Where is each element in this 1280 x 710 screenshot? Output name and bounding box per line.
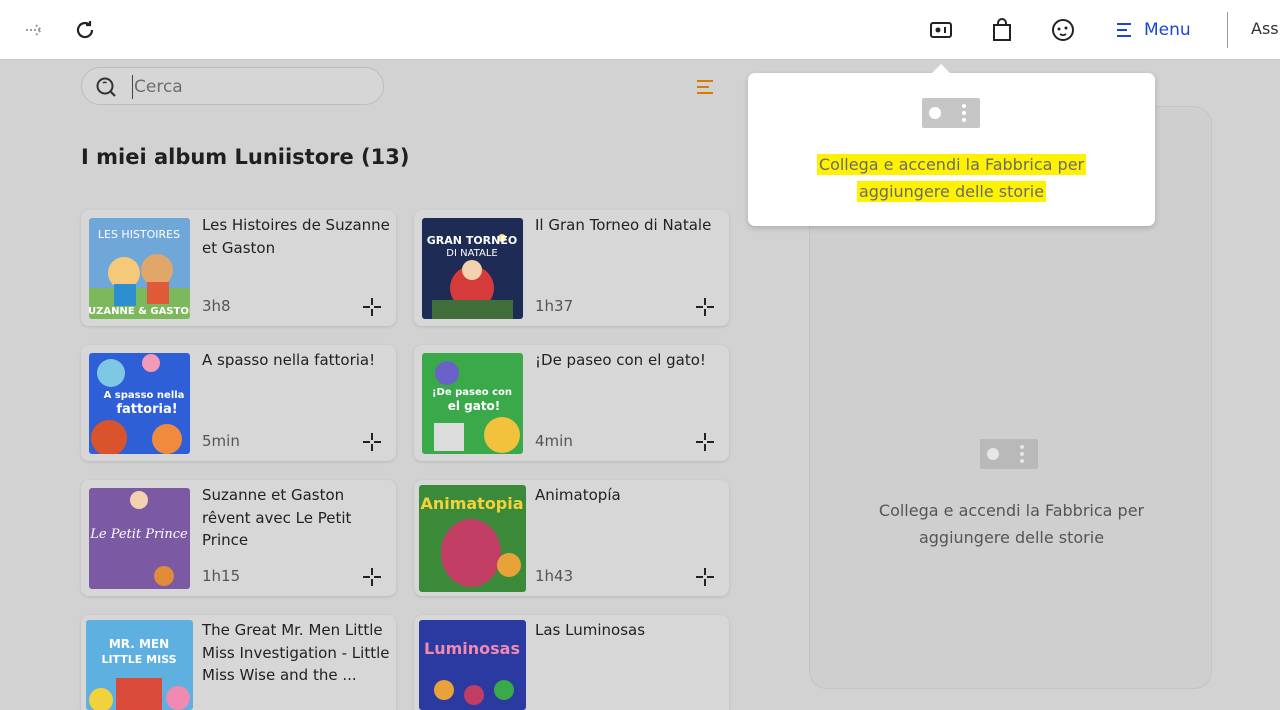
album-duration: 1h43 xyxy=(535,567,574,585)
svg-text:MR. MEN: MR. MEN xyxy=(109,637,169,651)
top-bar: Menu Ass xyxy=(0,0,1280,60)
svg-text:Luminosas: Luminosas xyxy=(424,639,520,658)
factory-device-icon xyxy=(922,98,980,128)
search-icon xyxy=(96,77,116,97)
add-to-device-icon[interactable] xyxy=(362,432,382,452)
add-to-device-icon[interactable] xyxy=(695,297,715,317)
menu-label: Menu xyxy=(1144,20,1191,40)
factory-panel-message: Collega e accendi la Fabbrica per aggiun… xyxy=(878,501,1145,547)
sort-filter-icon[interactable] xyxy=(694,76,716,98)
album-cover: GRAN TORNEO DI NATALE xyxy=(422,218,523,319)
album-cover: Animatopia xyxy=(419,485,526,592)
svg-text:Le Petit Prince: Le Petit Prince xyxy=(89,527,188,542)
album-cover: MR. MEN LITTLE MISS xyxy=(86,620,193,710)
device-icon[interactable] xyxy=(925,14,957,46)
device-popover: Collega e accendi la Fabbrica per aggiun… xyxy=(748,73,1155,226)
add-to-device-icon[interactable] xyxy=(362,297,382,317)
album-cover: A spasso nella fattoria! xyxy=(89,353,190,454)
forward-arrow-icon[interactable] xyxy=(19,14,51,46)
popover-message: Collega e accendi la Fabbrica per aggiun… xyxy=(816,154,1087,202)
page-title: I miei album Luniistore (13) xyxy=(81,145,410,169)
add-to-device-icon[interactable] xyxy=(695,567,715,587)
svg-text:Animatopia: Animatopia xyxy=(420,494,523,513)
album-title: Las Luminosas xyxy=(535,621,646,639)
album-duration: 3h8 xyxy=(202,297,231,315)
album-card[interactable]: A spasso nella fattoria! A spasso nella … xyxy=(81,345,396,461)
refresh-icon[interactable] xyxy=(69,14,101,46)
album-card[interactable]: Animatopia Animatopía 1h43 xyxy=(414,480,729,596)
svg-text:LITTLE MISS: LITTLE MISS xyxy=(101,653,176,666)
menu-lines-icon xyxy=(1117,23,1131,37)
album-title: Il Gran Torneo di Natale xyxy=(535,216,712,234)
svg-text:GRAN TORNEO: GRAN TORNEO xyxy=(427,234,517,247)
album-title: The Great Mr. Men Little Miss Investigat… xyxy=(202,621,390,684)
album-title: Suzanne et Gaston rêvent avec Le Petit P… xyxy=(202,486,352,549)
popover-message-container: Collega e accendi la Fabbrica per aggiun… xyxy=(788,151,1115,205)
svg-text:DI NATALE: DI NATALE xyxy=(446,248,497,259)
album-cover: Luminosas xyxy=(419,620,526,710)
factory-device-icon xyxy=(980,439,1038,469)
album-duration: 1h15 xyxy=(202,567,241,585)
search-box[interactable] xyxy=(81,67,384,105)
album-duration: 1h37 xyxy=(535,297,574,315)
album-card[interactable]: MR. MEN LITTLE MISS The Great Mr. Men Li… xyxy=(81,615,396,710)
album-title: ¡De paseo con el gato! xyxy=(535,351,706,369)
svg-text:¡De paseo con: ¡De paseo con xyxy=(432,387,512,398)
album-cover: Le Petit Prince xyxy=(89,488,190,589)
album-duration: 4min xyxy=(535,432,573,450)
svg-text:A spasso nella: A spasso nella xyxy=(104,390,185,401)
add-to-device-icon[interactable] xyxy=(695,432,715,452)
menu-button[interactable]: Menu xyxy=(1114,14,1191,46)
popover-arrow xyxy=(931,64,951,74)
album-cover: LES HISTOIRES SUZANNE & GASTON xyxy=(89,218,190,319)
album-card[interactable]: GRAN TORNEO DI NATALE Il Gran Torneo di … xyxy=(414,210,729,326)
album-title: Animatopía xyxy=(535,486,621,504)
svg-text:el gato!: el gato! xyxy=(448,399,501,413)
album-title: Les Histoires de Suzanne et Gaston xyxy=(202,216,390,257)
album-card[interactable]: LES HISTOIRES SUZANNE & GASTON Les Histo… xyxy=(81,210,396,326)
assistance-link[interactable]: Ass xyxy=(1251,19,1279,38)
album-card[interactable]: ¡De paseo con el gato! ¡De paseo con el … xyxy=(414,345,729,461)
profile-face-icon[interactable] xyxy=(1047,14,1079,46)
svg-text:SUZANNE & GASTON: SUZANNE & GASTON xyxy=(89,306,190,317)
album-duration: 5min xyxy=(202,432,240,450)
shopping-bag-icon[interactable] xyxy=(986,14,1018,46)
svg-text:fattoria!: fattoria! xyxy=(116,402,177,417)
album-card[interactable]: Le Petit Prince Suzanne et Gaston rêvent… xyxy=(81,480,396,596)
svg-text:LES HISTOIRES: LES HISTOIRES xyxy=(98,228,180,241)
album-card[interactable]: Luminosas Las Luminosas xyxy=(414,615,729,710)
search-input[interactable] xyxy=(132,75,372,99)
album-title: A spasso nella fattoria! xyxy=(202,351,376,369)
divider xyxy=(1227,12,1228,48)
album-cover: ¡De paseo con el gato! xyxy=(422,353,523,454)
add-to-device-icon[interactable] xyxy=(362,567,382,587)
